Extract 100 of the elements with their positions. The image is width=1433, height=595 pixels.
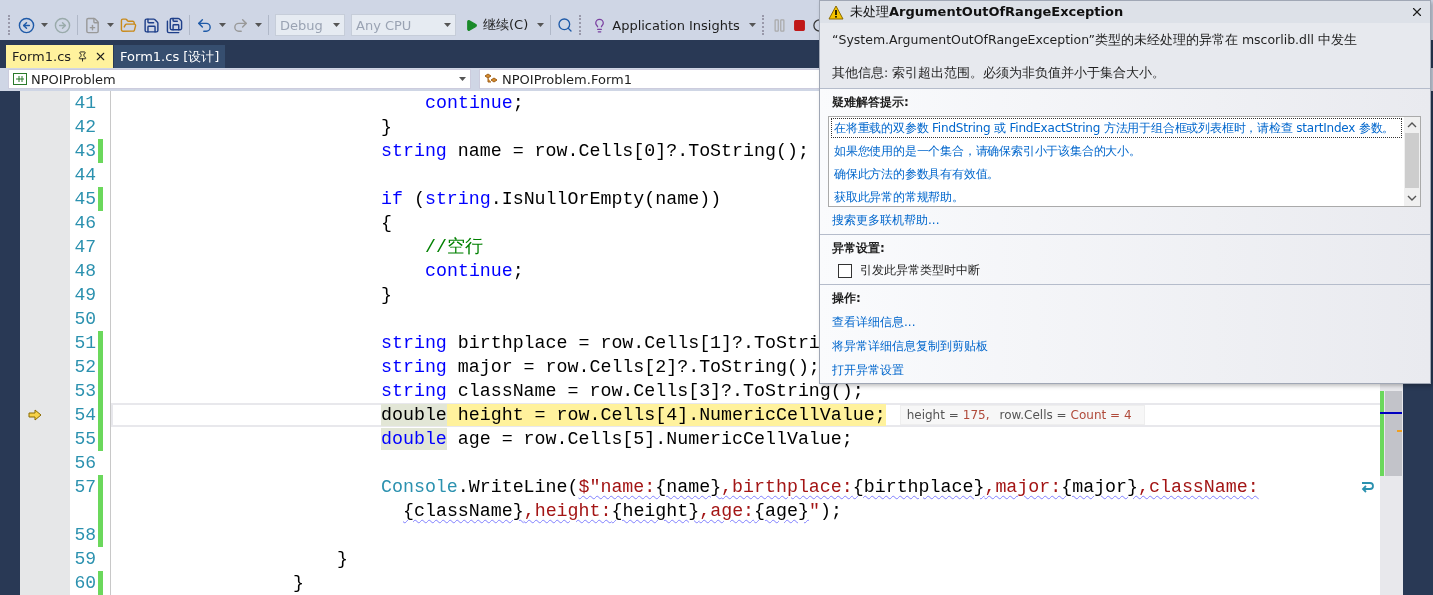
line-number: 49 — [74, 284, 96, 307]
find-icon[interactable] — [557, 17, 574, 33]
tip-link[interactable]: 获取此异常的常规帮助。 — [831, 187, 1402, 207]
line-number: 46 — [74, 212, 96, 235]
play-icon — [465, 18, 478, 32]
line-number: 50 — [74, 308, 96, 331]
exception-details: 其他信息: 索引超出范围。必须为非负值并小于集合大小。 — [832, 65, 1167, 82]
caret-icon — [333, 23, 340, 27]
datatip-name: row.Cells = — [999, 408, 1067, 422]
caret-icon — [107, 23, 114, 27]
line-number: 58 — [74, 524, 96, 547]
code-text: $"name: — [578, 476, 656, 498]
line-number: 47 — [74, 236, 96, 259]
section-heading: 操作: — [832, 290, 861, 307]
line-number: 57 — [74, 476, 96, 499]
code-text: className = row.Cells[3]?.ToString(); — [456, 380, 864, 402]
caret-icon — [255, 23, 262, 27]
code-text: birthplace = row.Cells[1]?.ToStri — [456, 332, 820, 354]
code-text: height = row.Cells[4].NumericCellValue; — [446, 404, 886, 426]
code-text: if — [381, 188, 403, 210]
line-number: 56 — [74, 452, 96, 475]
line-number: 48 — [74, 260, 96, 283]
code-text: ,age: — [699, 500, 755, 522]
code-text: age = row.Cells[5].NumericCellValue; — [456, 428, 853, 450]
code-text: } — [293, 572, 304, 594]
action-link[interactable]: 将异常详细信息复制到剪贴板 — [832, 338, 988, 355]
back-icon[interactable] — [18, 16, 35, 34]
line-number: 41 — [74, 92, 96, 115]
code-text: .WriteLine( — [457, 476, 579, 498]
code-text: {className} — [403, 500, 524, 522]
code-text: //空行 — [425, 236, 483, 258]
code-text: {height} — [611, 500, 700, 522]
tip-link[interactable]: 在将重载的双参数 FindString 或 FindExactString 方法用于组合框或列表框时，请检查 startIndex 参数。 — [831, 118, 1402, 138]
wrap-icon — [1360, 481, 1374, 493]
file-tab[interactable]: Form1.cs [设计] — [114, 45, 226, 68]
exception-message: “System.ArgumentOutOfRangeException”类型的未经处理的异常在 mscorlib.dll 中发生 — [832, 32, 1358, 49]
code-text: " — [808, 500, 820, 522]
action-link[interactable]: 打开异常设置 — [832, 362, 904, 379]
warning-icon — [828, 4, 844, 20]
code-text: ( — [412, 188, 425, 210]
code-text: ,major: — [984, 476, 1062, 498]
code-text: {name} — [655, 476, 722, 498]
code-text: ,birthplace: — [721, 476, 853, 498]
undo-icon[interactable] — [196, 16, 213, 34]
csharp-file-icon — [13, 73, 27, 85]
code-text: ; — [512, 92, 524, 114]
section-heading: 疑难解答提示: — [832, 94, 909, 111]
popup-title: 未处理ArgumentOutOfRangeException — [850, 3, 1125, 21]
code-text: string — [424, 188, 491, 210]
pin-icon[interactable] — [77, 51, 89, 62]
file-tab[interactable]: Form1.cs — [6, 45, 114, 68]
code-text: string — [381, 380, 447, 402]
insights-button[interactable]: Application Insights — [589, 15, 743, 35]
continue-button[interactable]: 继续(C) — [462, 14, 532, 36]
code-text: { — [381, 212, 392, 234]
code-text: {age} — [754, 500, 809, 522]
caret-icon — [537, 23, 545, 27]
code-text: {major} — [1061, 476, 1138, 498]
datatip-value: 175, — [962, 408, 990, 422]
tip-link[interactable]: 确保此方法的参数具有有效值。 — [831, 164, 1402, 184]
code-text: ,height: — [523, 500, 612, 522]
line-number: 52 — [74, 356, 96, 379]
code-text: } — [381, 116, 392, 138]
checkbox-label: 引发此异常类型时中断 — [860, 262, 980, 279]
caret-icon — [219, 23, 226, 27]
line-number: 42 — [74, 116, 96, 139]
code-text: ; — [512, 260, 524, 282]
code-text: Console — [381, 476, 458, 498]
code-text: {birthplace} — [852, 476, 985, 498]
save-all-icon[interactable] — [166, 16, 183, 34]
code-text: .IsNullOrEmpty(name)) — [490, 188, 722, 210]
line-number: 54 — [74, 404, 96, 427]
caret-icon — [748, 23, 756, 27]
line-number: 55 — [74, 428, 96, 451]
datatip-name: height = — [906, 408, 959, 422]
tip-link[interactable]: 如果您使用的是一个集合，请确保索引小于该集合的大小。 — [831, 141, 1402, 161]
caret-icon — [459, 77, 466, 81]
caret-icon — [444, 23, 451, 27]
project-dropdown[interactable]: NPOIProblem — [8, 69, 471, 89]
code-text: continue — [425, 260, 513, 282]
save-icon[interactable] — [143, 16, 160, 34]
code-text: string — [381, 356, 447, 378]
line-number: 51 — [74, 332, 96, 355]
help-link[interactable]: 搜索更多联机帮助... — [832, 212, 940, 229]
class-icon — [484, 73, 498, 85]
code-text: double — [381, 404, 447, 426]
code-text: ,className: — [1138, 476, 1259, 498]
line-number: 59 — [74, 548, 96, 571]
code-text: name = row.Cells[0]?.ToString(); — [456, 140, 809, 162]
code-text: } — [337, 548, 348, 570]
close-icon[interactable] — [1410, 5, 1424, 19]
line-number: 60 — [74, 572, 96, 595]
line-number: 45 — [74, 188, 96, 211]
line-number: 43 — [74, 140, 96, 163]
stop-icon[interactable] — [792, 18, 806, 32]
line-number: 53 — [74, 380, 96, 403]
code-text: double — [381, 428, 447, 450]
action-link[interactable]: 查看详细信息... — [832, 314, 916, 331]
caret-icon — [41, 23, 48, 27]
checkbox[interactable] — [838, 263, 852, 278]
